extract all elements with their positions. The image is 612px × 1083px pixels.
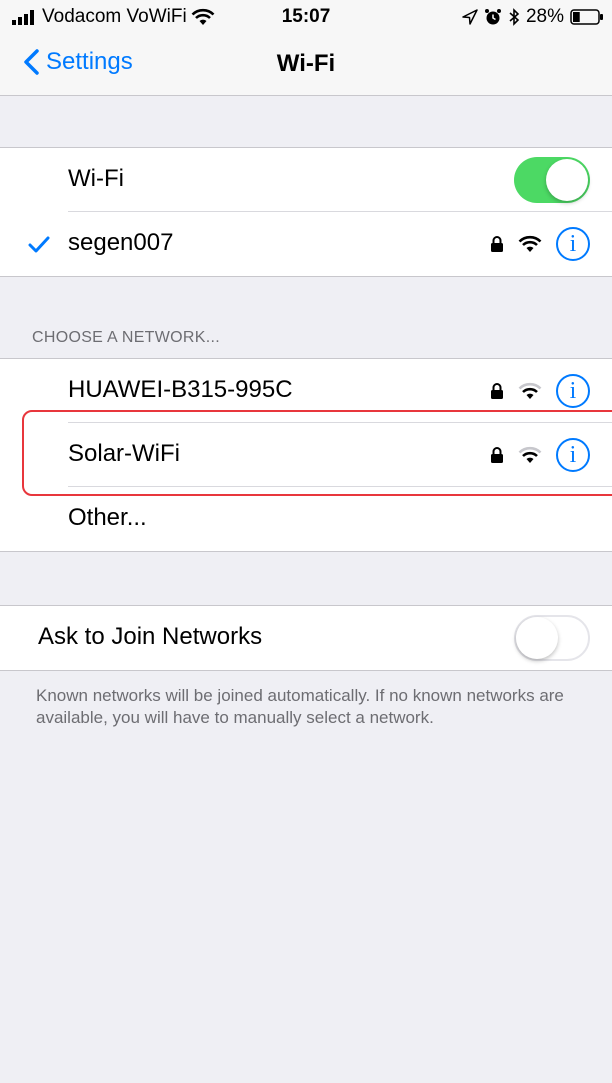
ask-to-join-toggle[interactable]	[514, 615, 590, 661]
toggle-knob	[546, 159, 588, 201]
alarm-icon	[484, 9, 501, 25]
choose-network-header: CHOOSE A NETWORK...	[32, 329, 220, 346]
battery-percent: 28%	[525, 6, 564, 27]
lock-icon	[491, 236, 503, 252]
lock-icon	[491, 447, 503, 463]
wifi-signal-icon	[518, 382, 542, 399]
checkmark-icon	[28, 236, 50, 253]
connected-network-row[interactable]: segen007 i	[0, 212, 612, 276]
info-button[interactable]: i	[556, 374, 590, 408]
network-status-icons: i	[490, 374, 590, 408]
info-button[interactable]: i	[556, 438, 590, 472]
other-network-row[interactable]: Other...	[0, 487, 612, 551]
wifi-group: Wi-Fi segen007 i	[0, 147, 612, 277]
ask-to-join-group: Ask to Join Networks	[0, 605, 612, 671]
network-name: Solar-WiFi	[68, 440, 180, 467]
ask-to-join-row: Ask to Join Networks	[0, 606, 612, 670]
wifi-label: Wi-Fi	[68, 165, 124, 192]
location-arrow-icon	[462, 9, 478, 25]
page-title: Wi-Fi	[276, 50, 336, 77]
navigation-bar: Settings Wi-Fi	[0, 36, 612, 96]
network-name: HUAWEI-B315-995C	[68, 376, 293, 403]
status-bar: Vodacom VoWiFi 15:07 28%	[0, 0, 612, 36]
wifi-signal-icon	[518, 446, 542, 463]
toggle-knob	[516, 617, 558, 659]
networks-group: HUAWEI-B315-995C i Solar-WiFi i Other...	[0, 358, 612, 552]
info-button[interactable]: i	[556, 227, 590, 261]
other-network-label: Other...	[68, 504, 147, 531]
wifi-signal-icon	[518, 235, 542, 252]
network-status-icons: i	[490, 438, 590, 472]
ask-to-join-label: Ask to Join Networks	[38, 623, 263, 650]
lock-icon	[491, 383, 503, 399]
bluetooth-icon	[509, 8, 520, 26]
network-row[interactable]: Solar-WiFi i	[0, 423, 612, 487]
wifi-toggle-row: Wi-Fi	[0, 148, 612, 212]
connected-network-name: segen007	[68, 229, 174, 256]
network-row[interactable]: HUAWEI-B315-995C i	[0, 359, 612, 423]
ask-to-join-footer: Known networks will be joined automatica…	[36, 686, 564, 727]
status-right: 28%	[462, 6, 604, 28]
network-status-icons: i	[490, 227, 590, 261]
battery-icon	[570, 9, 603, 25]
wifi-toggle[interactable]	[514, 157, 590, 203]
